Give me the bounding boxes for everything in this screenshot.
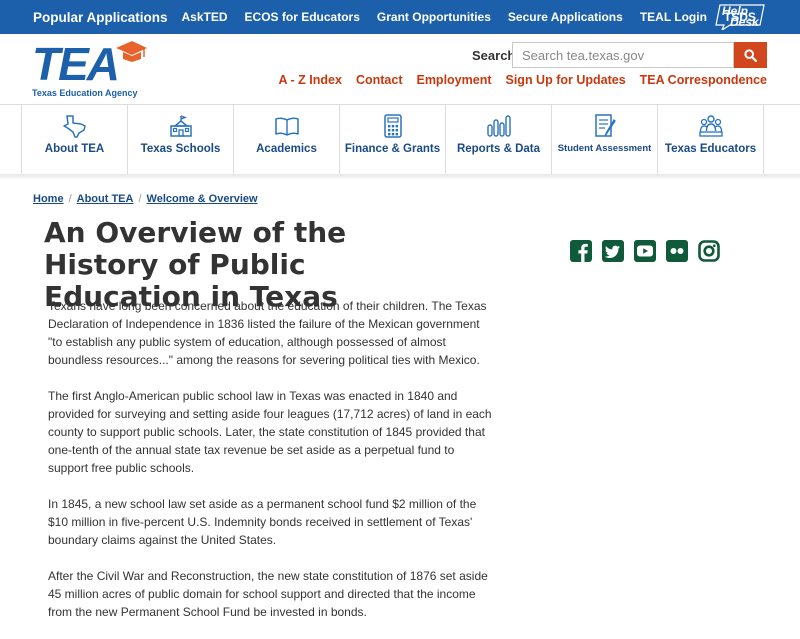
breadcrumb-home[interactable]: Home bbox=[33, 193, 64, 205]
search-button[interactable] bbox=[734, 42, 767, 68]
contact-link[interactable]: Contact bbox=[356, 73, 403, 87]
nav-label: Reports & Data bbox=[456, 143, 541, 155]
a-z-index-link[interactable]: A - Z Index bbox=[279, 73, 342, 87]
nav-item-student-assessment[interactable]: Student Assessment bbox=[552, 105, 658, 175]
calculator-icon bbox=[384, 114, 402, 138]
book-icon bbox=[275, 117, 299, 136]
paragraph: Texans have long been concerned about th… bbox=[48, 299, 487, 367]
nav-label: Student Assessment bbox=[557, 143, 652, 154]
nav-item-finance-grants[interactable]: Finance & Grants bbox=[340, 105, 446, 175]
paragraph: After the Civil War and Reconstruction, … bbox=[48, 569, 488, 619]
site-header: TEA Texas Education Agency Search A - Z … bbox=[0, 34, 800, 104]
search-icon bbox=[744, 48, 757, 62]
popular-applications-link[interactable]: Popular Applications bbox=[33, 10, 168, 25]
flickr-icon[interactable] bbox=[666, 240, 688, 262]
nav-item-about-tea[interactable]: About TEA bbox=[22, 105, 128, 175]
employment-link[interactable]: Employment bbox=[416, 73, 491, 87]
twitter-icon[interactable] bbox=[602, 240, 624, 262]
educators-group-icon bbox=[699, 115, 723, 137]
logo-subtitle: Texas Education Agency bbox=[32, 88, 138, 98]
tea-logo[interactable]: TEA Texas Education Agency bbox=[32, 41, 147, 101]
facebook-icon[interactable] bbox=[570, 240, 592, 262]
graduation-cap-icon bbox=[116, 41, 147, 62]
social-links bbox=[570, 240, 730, 262]
texas-map-icon bbox=[63, 115, 86, 138]
document-pencil-icon bbox=[595, 114, 616, 137]
ecos-link[interactable]: ECOS for Educators bbox=[245, 10, 360, 24]
nav-item-texas-schools[interactable]: Texas Schools bbox=[128, 105, 234, 175]
breadcrumb-welcome-overview[interactable]: Welcome & Overview bbox=[147, 193, 258, 205]
help-desk-button[interactable]: Help Desk bbox=[714, 4, 766, 30]
search-label: Search bbox=[472, 48, 516, 63]
nav-shadow-divider bbox=[0, 174, 800, 180]
nav-label: Texas Educators bbox=[664, 143, 757, 155]
breadcrumb-separator: / bbox=[138, 193, 142, 205]
bar-chart-icon bbox=[487, 115, 511, 137]
paragraph: In 1845, a new school law set aside as a… bbox=[48, 497, 477, 547]
logo-wordmark: TEA bbox=[32, 38, 120, 90]
nav-label: Academics bbox=[256, 143, 317, 155]
breadcrumb-about-tea[interactable]: About TEA bbox=[77, 193, 134, 205]
search-input[interactable] bbox=[512, 42, 734, 68]
grant-opportunities-link[interactable]: Grant Opportunities bbox=[377, 10, 491, 24]
secure-applications-link[interactable]: Secure Applications bbox=[508, 10, 623, 24]
school-building-icon bbox=[170, 115, 192, 137]
breadcrumb: Home / About TEA / Welcome & Overview bbox=[33, 193, 258, 205]
header-links: A - Z Index Contact Employment Sign Up f… bbox=[265, 73, 767, 87]
nav-label: About TEA bbox=[44, 143, 105, 155]
paragraph: The first Anglo-American public school l… bbox=[48, 389, 492, 475]
nav-label: Finance & Grants bbox=[344, 143, 441, 155]
utility-links: Popular Applications AskTED ECOS for Edu… bbox=[33, 0, 773, 34]
help-desk-label-desk: Desk bbox=[730, 15, 759, 29]
main-navigation: About TEA Texas Schools Academics Financ… bbox=[0, 104, 800, 175]
nav-label: Texas Schools bbox=[140, 143, 221, 155]
tea-correspondence-link[interactable]: TEA Correspondence bbox=[640, 73, 767, 87]
nav-item-reports-data[interactable]: Reports & Data bbox=[446, 105, 552, 175]
breadcrumb-separator: / bbox=[68, 193, 72, 205]
nav-item-texas-educators[interactable]: Texas Educators bbox=[658, 105, 764, 175]
nav-item-academics[interactable]: Academics bbox=[234, 105, 340, 175]
youtube-icon[interactable] bbox=[634, 240, 656, 262]
askted-link[interactable]: AskTED bbox=[182, 10, 228, 24]
instagram-icon[interactable] bbox=[698, 240, 720, 262]
sign-up-for-updates-link[interactable]: Sign Up for Updates bbox=[506, 73, 626, 87]
teal-login-link[interactable]: TEAL Login bbox=[640, 10, 707, 24]
top-utility-bar: Popular Applications AskTED ECOS for Edu… bbox=[0, 0, 800, 34]
article-body: Texans have long been concerned about th… bbox=[48, 297, 496, 639]
